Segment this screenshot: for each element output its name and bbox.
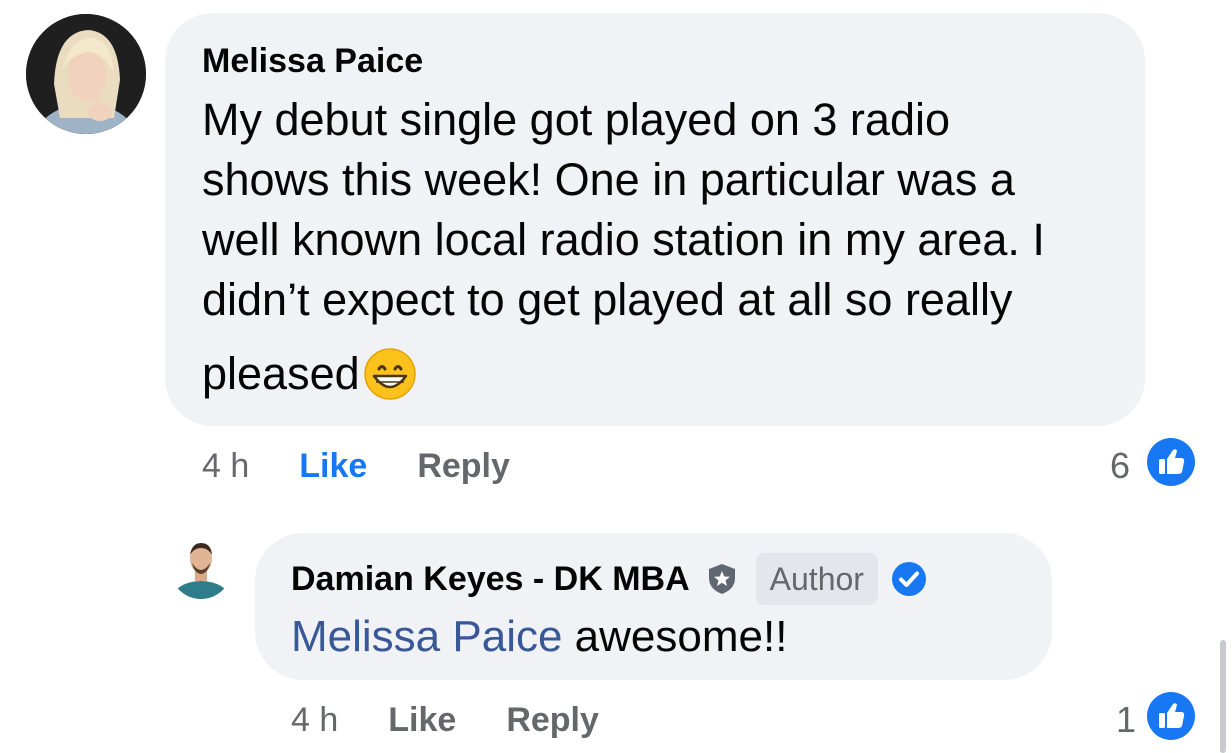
reply-author-name[interactable]: Damian Keyes - DK MBA [291,560,690,599]
comment-text: My debut single got played on 3 radio sh… [202,90,1132,404]
avatar-photo [26,14,146,134]
reply-reaction-count[interactable]: 1 [1116,700,1136,740]
comment-text-line: shows this week! One in particular was a [202,154,1015,205]
comment-text-line: well known local radio station in my are… [202,214,1045,265]
commenter-avatar[interactable] [26,14,146,134]
reply-mention-link[interactable]: Melissa Paice [291,612,562,661]
comment-like-button[interactable]: Like [299,446,367,486]
avatar-photo [170,537,232,599]
reply-timestamp[interactable]: 4 h [291,700,338,740]
comment-text-line: didn’t expect to get played at all so re… [202,274,1013,325]
comment-actions: 4 h Like Reply [202,446,510,486]
comment-timestamp[interactable]: 4 h [202,446,249,486]
comment-text-line: My debut single got played on 3 radio [202,94,950,145]
replier-avatar[interactable] [170,537,232,599]
reply-actions: 4 h Like Reply [291,700,599,740]
reply-text-body: awesome!! [574,612,788,661]
comment-author-name[interactable]: Melissa Paice [202,40,423,82]
thumbs-up-icon[interactable] [1147,438,1195,486]
scrollbar-thumb[interactable] [1220,640,1226,753]
comment-reply-button[interactable]: Reply [417,446,510,486]
reply-reply-button[interactable]: Reply [506,700,599,740]
grinning-face-icon [362,346,418,402]
verified-check-icon [890,560,928,598]
comment-text-line: pleased [202,348,360,399]
reply-header: Damian Keyes - DK MBA Author [291,551,928,607]
comment-reaction-count[interactable]: 6 [1110,446,1130,486]
thumbs-up-icon[interactable] [1147,692,1195,740]
author-badge: Author [755,553,878,605]
shield-star-icon [704,561,740,597]
reply-like-button[interactable]: Like [388,700,456,740]
reply-text: Melissa Paice awesome!! [291,610,787,664]
comment-text-last-line: pleased [202,344,1132,404]
